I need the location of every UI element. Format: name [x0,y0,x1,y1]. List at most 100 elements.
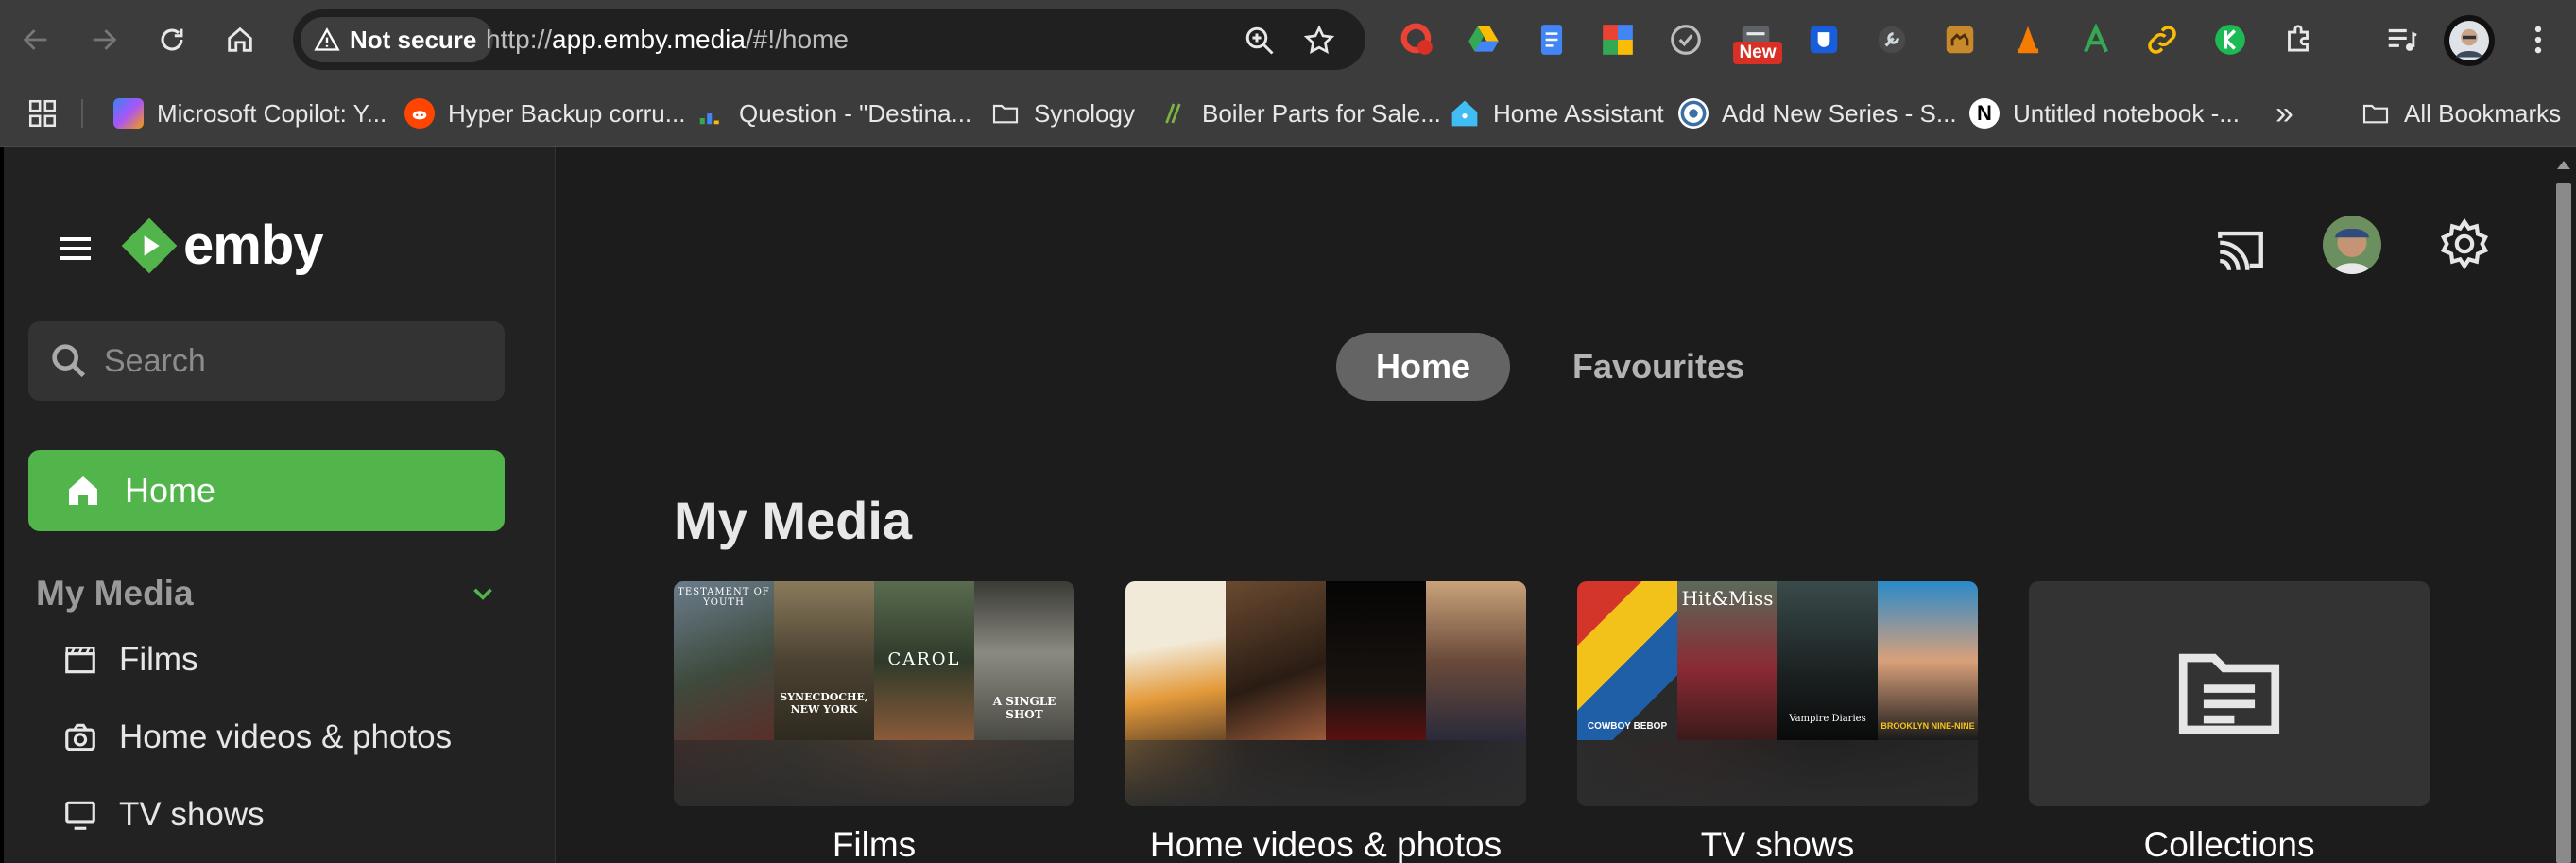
logo-text: emby [183,215,324,276]
poster-testament-of-youth: TESTAMENT OF YOUTH [674,581,774,740]
bookmark-home-assistant[interactable]: Home Assistant [1450,80,1664,147]
library-card-home-videos[interactable]: Home videos & photos [1125,581,1526,863]
scrollbar[interactable] [2550,147,2576,863]
library-card-films[interactable]: TESTAMENT OF YOUTH SYNECDOCHE, NEW YORK … [674,581,1074,863]
poster-a-single-shot: A SINGLE SHOT [974,581,1074,740]
letter-k-icon [2215,25,2245,55]
apps-button[interactable] [26,80,59,147]
google-extension-icon [1400,23,1433,55]
user-avatar[interactable] [2323,216,2381,274]
all-bookmarks-button[interactable]: All Bookmarks [2361,80,2561,147]
reflection-fade [1577,740,1978,806]
extension-wrench[interactable] [1871,19,1913,60]
browser-menu-button[interactable] [2517,19,2559,60]
tab-favourites[interactable]: Favourites [1533,333,1784,401]
library-card-image[interactable]: TESTAMENT OF YOUTH SYNECDOCHE, NEW YORK … [674,581,1074,806]
extension-docs[interactable] [1531,19,1572,60]
extension-google-red[interactable] [1397,19,1438,60]
bookmark-star-icon[interactable] [1302,24,1336,58]
extensions-button[interactable] [2277,19,2319,60]
bookmark-notebook[interactable]: N Untitled notebook -... [1969,80,2240,147]
media-control-button[interactable] [2381,19,2423,60]
bookmark-boiler-parts[interactable]: Boiler Parts for Sale... [1159,80,1441,147]
library-card-label[interactable]: Home videos & photos [1125,825,1526,863]
security-chip[interactable]: Not secure [301,17,494,62]
sidebar-item-tv-shows[interactable]: TV shows [62,786,265,843]
search-box[interactable] [28,321,505,401]
library-card-label[interactable]: Films [674,825,1074,863]
folder-icon [2361,98,2391,129]
back-button[interactable] [15,19,57,60]
letter-a-icon [2084,23,2108,53]
emby-logo[interactable]: emby [119,214,324,277]
address-bar[interactable]: Not secure http://app.emby.media/#!/home [293,9,1365,70]
poster-title: Hit&Miss [1681,587,1774,610]
zoom-icon[interactable] [1243,24,1277,58]
library-card-image[interactable] [2029,581,2430,806]
extension-camel[interactable] [1939,19,1981,60]
library-card-image[interactable]: COWBOY BEBOP Hit&Miss Vampire Diaries BR… [1577,581,1978,806]
reload-icon [161,28,183,51]
bookmark-hyper-backup[interactable]: Hyper Backup corru... [404,80,685,147]
bookmarks-overflow-button[interactable]: » [2275,80,2293,147]
bookmarks-bar: Microsoft Copilot: Y... Hyper Backup cor… [0,80,2576,147]
scrollbar-thumb[interactable] [2556,183,2571,863]
reload-button[interactable] [151,19,193,60]
cast-icon[interactable] [2213,222,2268,277]
settings-gear-icon[interactable] [2438,217,2491,270]
poster-carol: CAROL [874,581,974,740]
bookmark-label: Hyper Backup corru... [448,98,686,128]
extension-tasks[interactable] [1665,19,1707,60]
my-media-section-header[interactable]: My Media [36,565,499,622]
playlist-icon [2388,28,2417,51]
tab-home[interactable]: Home [1336,333,1511,401]
extension-a[interactable] [2075,19,2117,60]
poster-title: A SINGLE SHOT [992,695,1056,721]
sidebar-item-home[interactable]: Home [28,450,505,531]
sidebar-item-home-videos[interactable]: Home videos & photos [62,709,452,766]
sidebar-item-films[interactable]: Films [62,631,198,688]
bookmark-sonarr[interactable]: Add New Series - S... [1678,80,1957,147]
extension-k[interactable] [2209,19,2251,60]
bookmark-question[interactable]: Question - "Destina... [696,80,971,147]
bookmark-synology[interactable]: Synology [990,80,1135,147]
bookmark-label: Microsoft Copilot: Y... [157,98,387,128]
bookmark-copilot[interactable]: Microsoft Copilot: Y... [113,80,386,147]
extension-bitwarden[interactable] [1803,19,1845,60]
poster-title: CAROL [887,649,961,669]
forward-button[interactable] [83,19,125,60]
library-card-label[interactable]: TV shows [1577,825,1978,863]
wrench-icon [1878,26,1906,54]
extension-link[interactable] [2141,19,2183,60]
reddit-icon [404,98,435,129]
bookmark-label: Add New Series - S... [1722,98,1957,128]
reflection-fade [674,740,1074,806]
extension-drive[interactable] [1463,19,1504,60]
library-card-tv-shows[interactable]: COWBOY BEBOP Hit&Miss Vampire Diaries BR… [1577,581,1978,863]
home-button[interactable] [219,19,261,60]
browser-profile-button[interactable] [2444,15,2495,66]
arrow-right-icon [93,29,117,50]
bookmark-label: Synology [1034,98,1135,128]
sidebar-item-label: Films [119,641,198,678]
library-card-image[interactable] [1125,581,1526,806]
extension-google[interactable] [1597,19,1639,60]
browser-toolbar: Not secure http://app.emby.media/#!/home… [0,0,2576,80]
library-card-collections[interactable]: Collections [2029,581,2430,863]
emby-logo-icon [121,217,178,273]
extension-vlc[interactable] [2007,19,2049,60]
chevron-down-icon[interactable] [467,578,499,610]
library-card-label[interactable]: Collections [2029,825,2430,863]
all-bookmarks-label: All Bookmarks [2404,98,2562,128]
url-text[interactable]: http://app.emby.media/#!/home [486,9,849,70]
scroll-up-arrow-icon[interactable] [2557,161,2570,169]
sidebar-item-label: TV shows [119,796,265,833]
sidebar-item-label: Home videos & photos [119,718,453,755]
hamburger-menu-icon[interactable] [53,226,98,271]
search-input[interactable] [104,342,482,380]
user-avatar-icon [2323,216,2381,274]
my-media-heading: My Media [36,574,194,613]
sonarr-icon [1678,98,1709,129]
community-icon [696,98,726,129]
new-badge: New [1733,42,1782,64]
